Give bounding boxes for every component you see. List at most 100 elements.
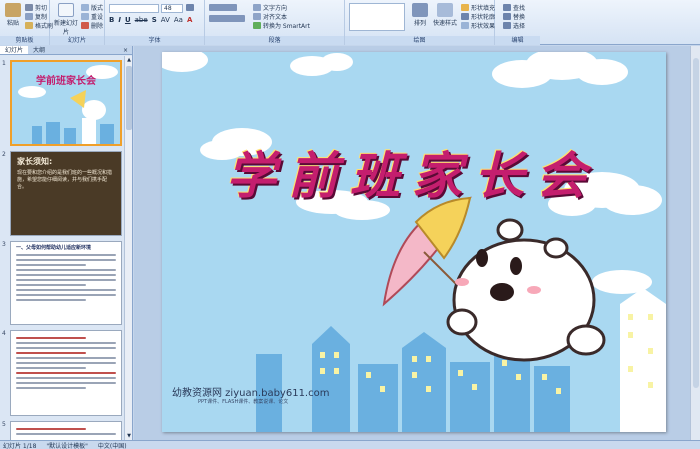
reset-button[interactable]: 重设	[81, 12, 103, 21]
delete-icon	[81, 22, 89, 29]
status-bar: 幻灯片 1/18 "默认设计模板" 中文(中国)	[0, 440, 700, 449]
strike-button[interactable]: abe	[135, 16, 148, 24]
arrange-button[interactable]: 排列	[409, 3, 431, 27]
replace-icon	[503, 13, 511, 20]
smartart-icon	[253, 22, 261, 29]
scissors-icon	[25, 4, 33, 11]
thumbnail-preview: 家长须知: 现在要和您介绍的是我们班的一些概况和措施，希望您能仔细阅读，并与我们…	[10, 151, 122, 236]
text-direction-icon	[253, 4, 261, 11]
thumbnail-heading: 家长须知:	[17, 157, 53, 166]
arrange-icon	[412, 3, 428, 17]
slide-position: 幻灯片 1/18	[3, 442, 37, 449]
thumbnail-body: 现在要和您介绍的是我们班的一些概况和措施，希望您能仔细阅读，并与我们携手配合。	[17, 170, 113, 190]
delete-slide-button[interactable]: 删除	[81, 21, 103, 30]
thumbnail-heading: 一、父母如何帮助幼儿适应新环境	[16, 245, 92, 251]
grow-font-button[interactable]	[186, 4, 194, 11]
slide-thumbnail-5[interactable]: 5	[0, 421, 124, 440]
replace-button[interactable]: 替换	[503, 12, 525, 21]
tab-slides[interactable]: 幻灯片	[0, 46, 29, 54]
format-painter-button[interactable]: 格式刷	[25, 21, 53, 30]
text-direction-button[interactable]: 文字方向	[253, 3, 287, 12]
language[interactable]: 中文(中国)	[98, 441, 127, 449]
scrollbar-thumb[interactable]	[693, 58, 699, 388]
align-text-icon	[253, 13, 261, 20]
slide-watermark-sub: PPT课件、FLASH课件、教案说课、论文	[198, 399, 289, 405]
scroll-down-icon[interactable]: ▼	[125, 432, 133, 440]
copy-button[interactable]: 复制	[25, 12, 47, 21]
slide-background	[162, 52, 666, 432]
find-button[interactable]: 查找	[503, 3, 525, 12]
thumbnail-graphic: 学前班家长会	[12, 62, 120, 144]
slide-thumbnail-1[interactable]: 1 学前班家长会	[0, 60, 124, 146]
paste-icon	[5, 3, 21, 17]
group-label: 编辑	[495, 36, 540, 45]
shape-fill-button[interactable]: 形状填充	[461, 3, 495, 12]
spacing-button[interactable]: AV	[161, 16, 170, 24]
slide-title[interactable]: 学前班家长会	[222, 136, 602, 208]
fill-icon	[461, 4, 469, 11]
new-slide-button[interactable]: 新建幻灯片	[54, 3, 78, 36]
shapes-gallery[interactable]	[349, 3, 405, 31]
cut-button[interactable]: 剪切	[25, 3, 47, 12]
panel-scrollbar[interactable]: ▲ ▼	[124, 56, 132, 440]
smartart-button[interactable]: 转换为 SmartArt	[253, 21, 310, 30]
slide-number: 3	[2, 241, 6, 248]
select-button[interactable]: 选择	[503, 21, 525, 30]
shadow-button[interactable]: S	[152, 16, 157, 24]
tab-outline[interactable]: 大纲	[28, 46, 50, 54]
font-size-box[interactable]: 48	[161, 4, 183, 13]
slides-panel: 幻灯片 大纲 × 1 学前班家长会 2 家长须知: 现在要和您介绍的是我们班的一…	[0, 46, 133, 440]
layout-button[interactable]: 版式	[81, 3, 103, 12]
font-color-button[interactable]: A	[187, 16, 192, 24]
align-icon	[209, 15, 245, 22]
svg-text:学前班家长会: 学前班家长会	[36, 74, 96, 87]
group-label: 绘图	[345, 36, 494, 45]
group-label: 段落	[205, 36, 344, 45]
bullets-button[interactable]	[209, 4, 237, 11]
font-name-box[interactable]	[109, 4, 159, 13]
cursor-icon	[503, 22, 511, 29]
case-button[interactable]: Aa	[174, 16, 183, 24]
layout-icon	[81, 4, 89, 11]
ribbon: 粘贴 剪切 复制 格式刷 剪贴板 新建幻灯片 版式 重设 删除 幻灯片 48 B…	[0, 0, 700, 45]
slide-watermark: 幼教资源网 ziyuan.baby611.com	[172, 388, 330, 399]
thumbnail-preview	[10, 330, 122, 416]
paragraph-group: 文字方向 对齐文本 转换为 SmartArt 段落	[205, 0, 345, 45]
slide-editor: 学前班家长会 幼教资源网 ziyuan.baby611.com PPT课件、FL…	[134, 46, 700, 440]
search-icon	[503, 4, 511, 11]
align-buttons[interactable]	[209, 15, 245, 22]
editing-group: 查找 替换 选择 编辑	[495, 0, 540, 45]
slide-thumbnail-4[interactable]: 4	[0, 330, 124, 416]
theme-name: "默认设计模板"	[46, 442, 88, 449]
scrollbar-thumb[interactable]	[126, 66, 132, 130]
bullets-icon	[209, 4, 237, 11]
align-text-button[interactable]: 对齐文本	[253, 12, 287, 21]
slide-number: 5	[2, 421, 6, 428]
bold-button[interactable]: B	[109, 16, 114, 24]
italic-button[interactable]: I	[118, 16, 121, 24]
effects-icon	[461, 22, 469, 29]
shape-outline-button[interactable]: 形状轮廓	[461, 12, 495, 21]
thumbnail-preview: 一、父母如何帮助幼儿适应新环境	[10, 241, 122, 325]
slide-canvas[interactable]: 学前班家长会 幼教资源网 ziyuan.baby611.com PPT课件、FL…	[162, 52, 666, 432]
editor-scrollbar[interactable]	[690, 46, 700, 440]
format-buttons: B I U abe S AV Aa A	[109, 16, 192, 24]
close-icon[interactable]: ×	[123, 46, 132, 54]
slide-thumbnail-3[interactable]: 3 一、父母如何帮助幼儿适应新环境	[0, 241, 124, 325]
thumbnail-preview	[10, 421, 122, 440]
underline-button[interactable]: U	[125, 16, 131, 24]
slide-thumbnail-2[interactable]: 2 家长须知: 现在要和您介绍的是我们班的一些概况和措施，希望您能仔细阅读，并与…	[0, 151, 124, 236]
thumbnail-preview: 学前班家长会	[10, 60, 122, 146]
scroll-up-icon[interactable]: ▲	[125, 56, 133, 64]
slide-number: 2	[2, 151, 6, 158]
reset-icon	[81, 13, 89, 20]
copy-icon	[25, 13, 33, 20]
slides-group: 新建幻灯片 版式 重设 删除 幻灯片	[50, 0, 105, 45]
quick-styles-button[interactable]: 快速样式	[431, 3, 459, 27]
shape-effects-button[interactable]: 形状效果	[461, 21, 495, 30]
paste-button[interactable]: 粘贴	[2, 3, 24, 27]
group-label: 字体	[105, 36, 204, 45]
new-slide-icon	[58, 3, 74, 17]
group-label: 剪贴板	[0, 36, 49, 45]
font-grow-icon	[186, 4, 194, 11]
